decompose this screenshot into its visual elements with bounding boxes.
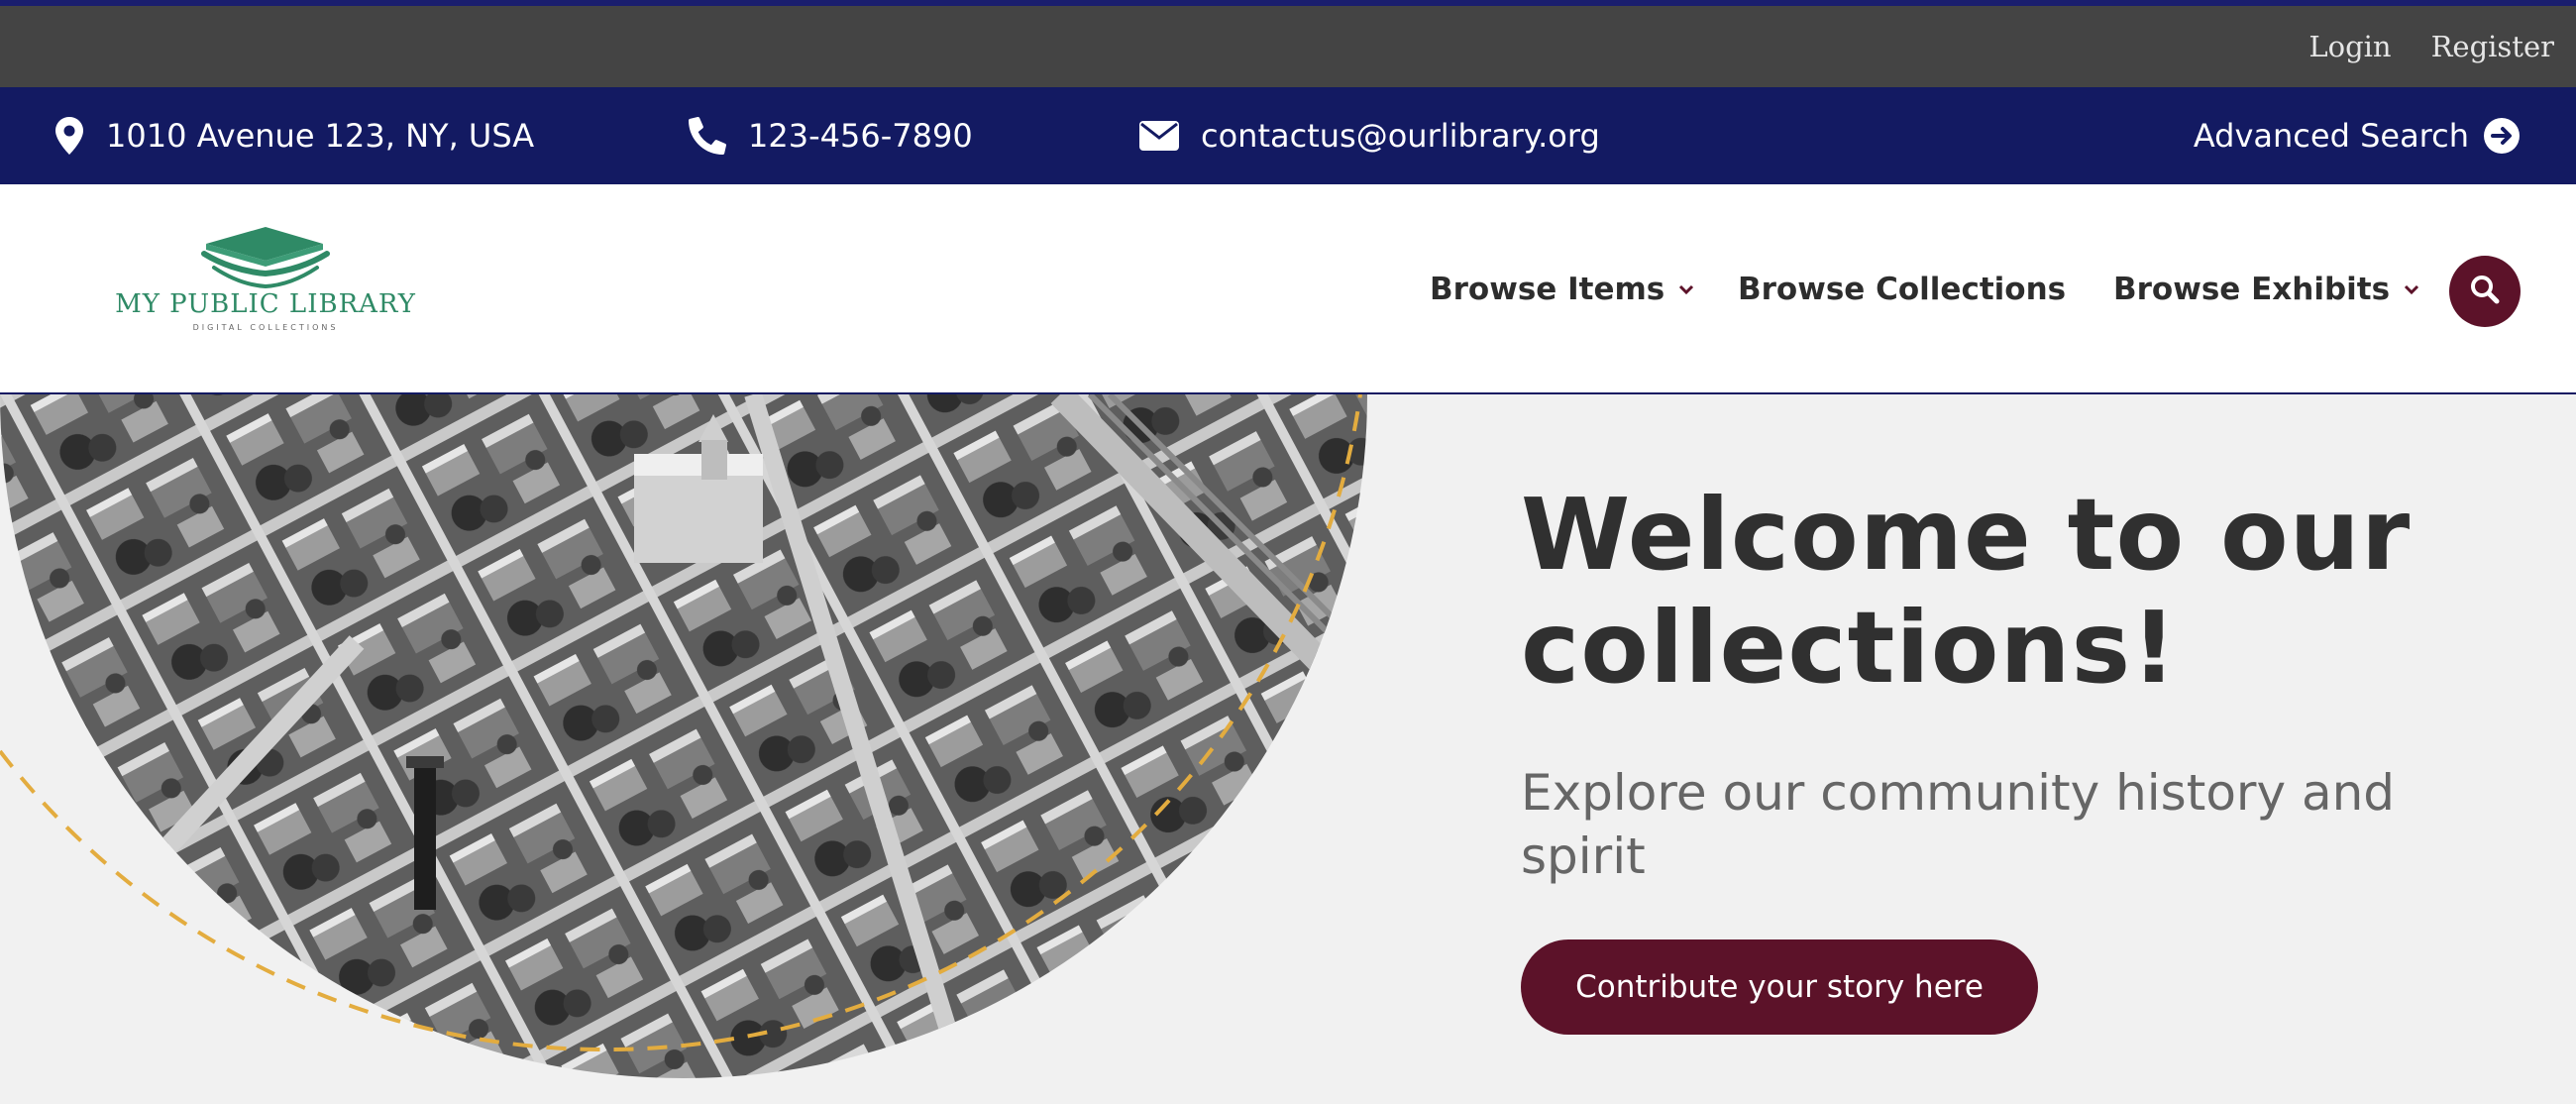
advanced-search-link[interactable]: Advanced Search [2194, 87, 2521, 184]
phone-icon [689, 117, 726, 155]
magnifier-icon [2469, 274, 2501, 309]
nav-browse-collections[interactable]: Browse Collections [1738, 184, 2066, 394]
main-navbar: MY PUBLIC LIBRARY DIGITAL COLLECTIONS Br… [0, 184, 2576, 394]
logo-subtitle: DIGITAL COLLECTIONS [192, 323, 339, 332]
contact-bar: 1010 Avenue 123, NY, USA 123-456-7890 co… [0, 87, 2576, 184]
chevron-down-icon [1678, 283, 1694, 295]
phone-text: 123-456-7890 [748, 117, 973, 155]
arrow-circle-right-icon [2483, 117, 2521, 155]
site-logo[interactable]: MY PUBLIC LIBRARY DIGITAL COLLECTIONS [111, 224, 420, 349]
address-item: 1010 Avenue 123, NY, USA [54, 87, 534, 184]
nav-browse-items[interactable]: Browse Items [1430, 184, 1694, 394]
nav-browse-items-label: Browse Items [1430, 272, 1665, 307]
login-link[interactable]: Login [2308, 30, 2391, 63]
nav-browse-collections-label: Browse Collections [1738, 272, 2067, 307]
address-text: 1010 Avenue 123, NY, USA [106, 117, 535, 155]
contribute-story-button[interactable]: Contribute your story here [1521, 939, 2038, 1035]
nav-browse-exhibits-label: Browse Exhibits [2113, 272, 2391, 307]
map-pin-icon [54, 116, 84, 156]
nav-browse-exhibits[interactable]: Browse Exhibits [2113, 184, 2419, 394]
email-text[interactable]: contactus@ourlibrary.org [1201, 117, 1600, 155]
envelope-icon [1139, 121, 1179, 151]
hero-subtitle: Explore our community history and spirit [1521, 764, 2396, 885]
phone-item: 123-456-7890 [689, 87, 973, 184]
hero-photo [0, 394, 1367, 1078]
search-button[interactable] [2449, 256, 2521, 327]
advanced-search-label: Advanced Search [2193, 117, 2469, 155]
chevron-down-icon [2404, 283, 2419, 295]
hero-title: Welcome to our collections! [1521, 477, 2412, 706]
logo-title: MY PUBLIC LIBRARY [115, 289, 416, 319]
hero-section: Welcome to our collections! Explore our … [0, 394, 2576, 1104]
account-bar: Login Register [0, 6, 2576, 87]
email-item: contactus@ourlibrary.org [1139, 87, 1600, 184]
open-book-icon [201, 227, 330, 289]
register-link[interactable]: Register [2431, 30, 2554, 63]
